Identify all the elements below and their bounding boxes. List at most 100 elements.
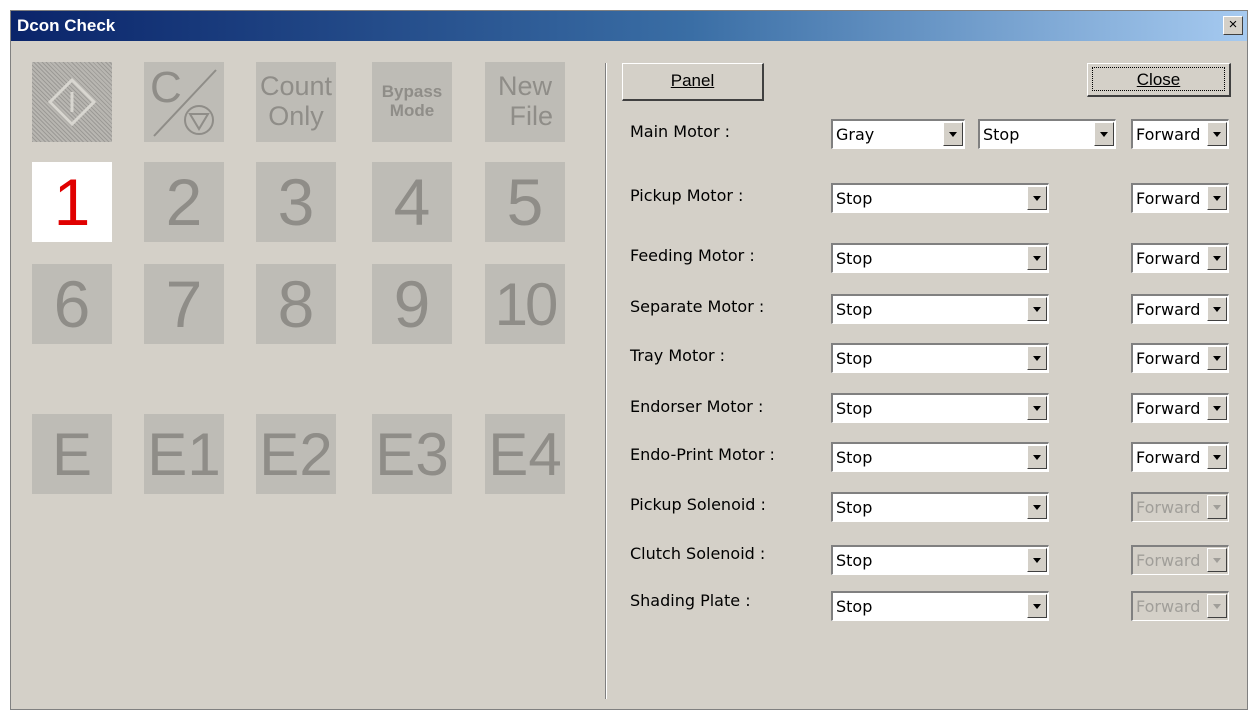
pickup-motor-direction-value: Forward — [1136, 189, 1201, 208]
clutch-solenoid-label: Clutch Solenoid : — [630, 544, 766, 563]
shading-plate-label: Shading Plate : — [630, 591, 751, 610]
main-motor-state-select[interactable]: Stop — [978, 119, 1116, 149]
new-file-button[interactable]: New File — [485, 62, 565, 142]
pickup-solenoid-state-value: Stop — [836, 498, 873, 517]
chevron-down-icon[interactable] — [1207, 346, 1227, 370]
endorser-motor-direction-select[interactable]: Forward — [1131, 393, 1229, 423]
shading-plate-state-select[interactable]: Stop — [831, 591, 1049, 621]
number-tile-6[interactable]: 6 — [32, 264, 112, 344]
pickup-motor-label: Pickup Motor : — [630, 186, 744, 205]
error-tile-e[interactable]: E — [32, 414, 112, 494]
pickup-solenoid-state-select[interactable]: Stop — [831, 492, 1049, 522]
number-tile-5[interactable]: 5 — [485, 162, 565, 242]
tray-motor-label: Tray Motor : — [630, 346, 726, 365]
error-tile-e4[interactable]: E4 — [485, 414, 565, 494]
endo-print-motor-direction-select[interactable]: Forward — [1131, 442, 1229, 472]
chevron-down-icon — [1207, 548, 1227, 572]
tray-motor-state-select[interactable]: Stop — [831, 343, 1049, 373]
feeding-motor-direction-value: Forward — [1136, 249, 1201, 268]
feeding-motor-state-value: Stop — [836, 249, 873, 268]
chevron-down-icon — [1207, 495, 1227, 519]
chevron-down-icon[interactable] — [1027, 346, 1047, 370]
separate-motor-direction-value: Forward — [1136, 300, 1201, 319]
chevron-down-icon[interactable] — [1027, 297, 1047, 321]
panel-button[interactable]: Panel — [622, 63, 764, 101]
bypass-mode-line-1: Bypass — [381, 82, 443, 102]
pickup-motor-direction-select[interactable]: Forward — [1131, 183, 1229, 213]
chevron-down-icon[interactable] — [1027, 495, 1047, 519]
error-tile-e2[interactable]: E2 — [256, 414, 336, 494]
chevron-down-icon[interactable] — [1207, 396, 1227, 420]
feeding-motor-state-select[interactable]: Stop — [831, 243, 1049, 273]
chevron-down-icon[interactable] — [943, 122, 963, 146]
start-button[interactable] — [32, 62, 112, 142]
panel-divider — [605, 63, 607, 699]
shading-plate-direction-select: Forward — [1131, 591, 1229, 621]
number-tile-7[interactable]: 7 — [144, 264, 224, 344]
chevron-down-icon — [1207, 594, 1227, 618]
endorser-motor-state-value: Stop — [836, 399, 873, 418]
close-button-focus-rect: Close — [1092, 67, 1225, 91]
endo-print-motor-state-select[interactable]: Stop — [831, 442, 1049, 472]
bypass-mode-button[interactable]: Bypass Mode — [372, 62, 452, 142]
error-tile-e3[interactable]: E3 — [372, 414, 452, 494]
chevron-down-icon[interactable] — [1207, 246, 1227, 270]
count-only-line-2: Only — [268, 101, 324, 131]
chevron-down-icon[interactable] — [1027, 548, 1047, 572]
chevron-down-icon[interactable] — [1027, 396, 1047, 420]
number-tile-2[interactable]: 2 — [144, 162, 224, 242]
count-only-button[interactable]: Count Only — [256, 62, 336, 142]
close-button[interactable]: Close — [1087, 63, 1231, 97]
clutch-solenoid-state-select[interactable]: Stop — [831, 545, 1049, 575]
number-tile-4[interactable]: 4 — [372, 162, 452, 242]
number-tile-8[interactable]: 8 — [256, 264, 336, 344]
tray-motor-direction-select[interactable]: Forward — [1131, 343, 1229, 373]
tray-motor-state-value: Stop — [836, 349, 873, 368]
stop-triangle-icon — [184, 105, 214, 135]
chevron-down-icon[interactable] — [1027, 594, 1047, 618]
feeding-motor-label: Feeding Motor : — [630, 246, 755, 265]
dcon-check-window: Dcon Check × C Count Only Bypass Mode Ne… — [10, 10, 1248, 710]
clear-letter: C — [150, 63, 182, 112]
feeding-motor-direction-select[interactable]: Forward — [1131, 243, 1229, 273]
clear-stop-button[interactable]: C — [144, 62, 224, 142]
new-file-line-2: File — [509, 101, 553, 131]
shading-plate-direction-value: Forward — [1136, 597, 1201, 616]
main-motor-state-value: Stop — [983, 125, 1020, 144]
separate-motor-state-value: Stop — [836, 300, 873, 319]
pickup-solenoid-direction-select: Forward — [1131, 492, 1229, 522]
number-tile-9[interactable]: 9 — [372, 264, 452, 344]
chevron-down-icon[interactable] — [1207, 297, 1227, 321]
chevron-down-icon[interactable] — [1027, 445, 1047, 469]
chevron-down-icon[interactable] — [1207, 445, 1227, 469]
number-tile-3[interactable]: 3 — [256, 162, 336, 242]
window-close-button[interactable]: × — [1223, 16, 1243, 35]
main-motor-direction-select[interactable]: Forward — [1131, 119, 1229, 149]
main-motor-direction-value: Forward — [1136, 125, 1201, 144]
panel-button-label: Panel — [670, 71, 715, 90]
endorser-motor-direction-value: Forward — [1136, 399, 1201, 418]
number-tile-10[interactable]: 10 — [485, 264, 565, 344]
endorser-motor-label: Endorser Motor : — [630, 397, 764, 416]
endorser-motor-state-select[interactable]: Stop — [831, 393, 1049, 423]
chevron-down-icon[interactable] — [1027, 246, 1047, 270]
pickup-motor-state-value: Stop — [836, 189, 873, 208]
close-button-label: Close — [1136, 70, 1181, 89]
number-tile-1[interactable]: 1 — [32, 162, 112, 242]
main-motor-label: Main Motor : — [630, 122, 730, 141]
chevron-down-icon[interactable] — [1207, 186, 1227, 210]
count-only-line-1: Count — [259, 71, 333, 102]
separate-motor-state-select[interactable]: Stop — [831, 294, 1049, 324]
chevron-down-icon[interactable] — [1094, 122, 1114, 146]
main-motor-color-select[interactable]: Gray — [831, 119, 965, 149]
chevron-down-icon[interactable] — [1027, 186, 1047, 210]
chevron-down-icon[interactable] — [1207, 122, 1227, 146]
error-tile-e1[interactable]: E1 — [144, 414, 224, 494]
separate-motor-direction-select[interactable]: Forward — [1131, 294, 1229, 324]
separate-motor-label: Separate Motor : — [630, 297, 765, 316]
tray-motor-direction-value: Forward — [1136, 349, 1201, 368]
pickup-motor-state-select[interactable]: Stop — [831, 183, 1049, 213]
clutch-solenoid-direction-value: Forward — [1136, 551, 1201, 570]
clutch-solenoid-direction-select: Forward — [1131, 545, 1229, 575]
bypass-mode-line-2: Mode — [389, 101, 435, 120]
